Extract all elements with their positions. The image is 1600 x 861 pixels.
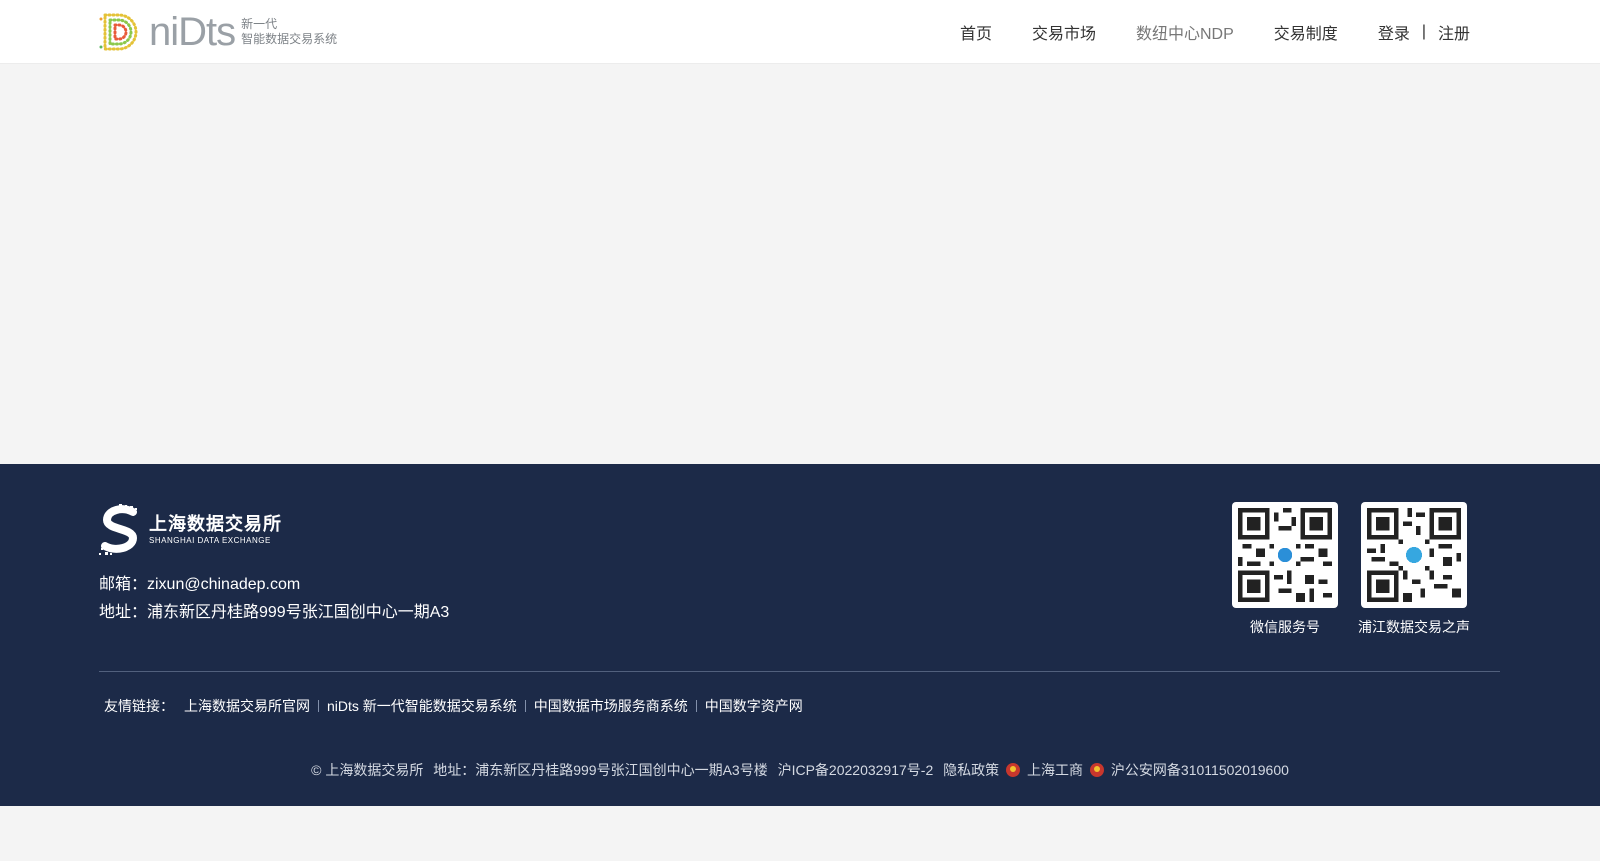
- link-divider: [524, 700, 526, 712]
- login-link[interactable]: 登录: [1378, 20, 1410, 44]
- logo-subtitle: 新一代 智能数据交易系统: [241, 17, 337, 47]
- nav-ndp-center[interactable]: 数纽中心NDP: [1136, 20, 1234, 44]
- friend-link-market-service[interactable]: 中国数据市场服务商系统: [534, 696, 688, 716]
- link-divider: [318, 700, 319, 712]
- qr-label: 浦江数据交易之声: [1358, 619, 1470, 635]
- logo-subtitle-line2: 智能数据交易系统: [241, 32, 338, 46]
- logo-wordmark: niDts: [149, 10, 236, 54]
- link-divider: [695, 700, 697, 712]
- copyright-address: 地址：浦东新区丹桂路999号张江国创中心一期A3号楼: [433, 762, 768, 778]
- site-footer: 上海数据交易所 SHANGHAI DATA EXCHANGE 邮箱：zixun@…: [0, 464, 1600, 806]
- qr-code-group: 微信服务号 浦江数据交易之声: [1212, 502, 1470, 637]
- friend-link-nidts[interactable]: niDts 新一代智能数据交易系统: [327, 696, 517, 716]
- qr-code-image: [1361, 502, 1467, 608]
- footer-address: 地址：浦东新区丹桂路999号张江国创中心一期A3: [99, 604, 450, 621]
- police-record-link[interactable]: 沪公安网备31011502019600: [1111, 762, 1289, 778]
- auth-links: 登录 | 注册: [1378, 20, 1470, 44]
- main-nav: 首页 交易市场 数纽中心NDP 交易制度 登录 | 注册: [920, 0, 1470, 63]
- qr-label: 微信服务号: [1250, 619, 1320, 635]
- nav-trading-market[interactable]: 交易市场: [1032, 20, 1096, 44]
- footer-logo-cn: 上海数据交易所: [149, 514, 282, 534]
- footer-logo: 上海数据交易所 SHANGHAI DATA EXCHANGE: [99, 504, 282, 556]
- main-content-area: [0, 64, 1600, 464]
- privacy-policy-link[interactable]: 隐私政策: [943, 762, 999, 778]
- nidts-d-logo-icon: [99, 13, 138, 51]
- footer-copyright-bar: © 上海数据交易所 地址：浦东新区丹桂路999号张江国创中心一期A3号楼 沪IC…: [0, 760, 1600, 780]
- qr-wechat-service: 微信服务号: [1232, 502, 1338, 637]
- qr-code-icon: [1367, 508, 1461, 602]
- nav-trading-rules[interactable]: 交易制度: [1274, 20, 1338, 44]
- footer-email: 邮箱：zixun@chinadep.com: [99, 576, 301, 593]
- icp-link[interactable]: 沪ICP备2022032917号-2: [778, 762, 934, 778]
- nav-home[interactable]: 首页: [960, 20, 992, 44]
- friend-link-sde-official[interactable]: 上海数据交易所官网: [184, 696, 310, 716]
- top-header: niDts 新一代 智能数据交易系统 首页 交易市场 数纽中心NDP 交易制度 …: [0, 0, 1600, 64]
- qr-code-image: [1232, 502, 1338, 608]
- business-emblem-icon: [1006, 763, 1021, 777]
- nidts-logo[interactable]: niDts 新一代 智能数据交易系统: [99, 11, 337, 53]
- auth-separator: |: [1421, 22, 1426, 40]
- shanghai-data-exchange-logo-icon: [99, 504, 138, 555]
- footer-logo-en: SHANGHAI DATA EXCHANGE: [149, 536, 271, 545]
- footer-divider: [99, 671, 1500, 672]
- friend-links: 友情链接： 上海数据交易所官网 niDts 新一代智能数据交易系统 中国数据市场…: [104, 696, 803, 716]
- logo-subtitle-line1: 新一代: [241, 17, 278, 31]
- copyright-text: © 上海数据交易所: [311, 762, 424, 778]
- footer-logo-text: 上海数据交易所 SHANGHAI DATA EXCHANGE: [149, 514, 282, 546]
- police-emblem-icon: [1089, 763, 1104, 777]
- qr-code-icon: [1238, 508, 1332, 602]
- business-license-link[interactable]: 上海工商: [1027, 762, 1083, 778]
- register-link[interactable]: 注册: [1438, 20, 1470, 44]
- friend-link-digital-asset[interactable]: 中国数字资产网: [705, 696, 803, 716]
- friend-links-label: 友情链接：: [104, 698, 174, 714]
- footer-contact: 邮箱：zixun@chinadep.com 地址：浦东新区丹桂路999号张江国创…: [99, 571, 449, 627]
- qr-pujiang-voice: 浦江数据交易之声: [1358, 502, 1470, 637]
